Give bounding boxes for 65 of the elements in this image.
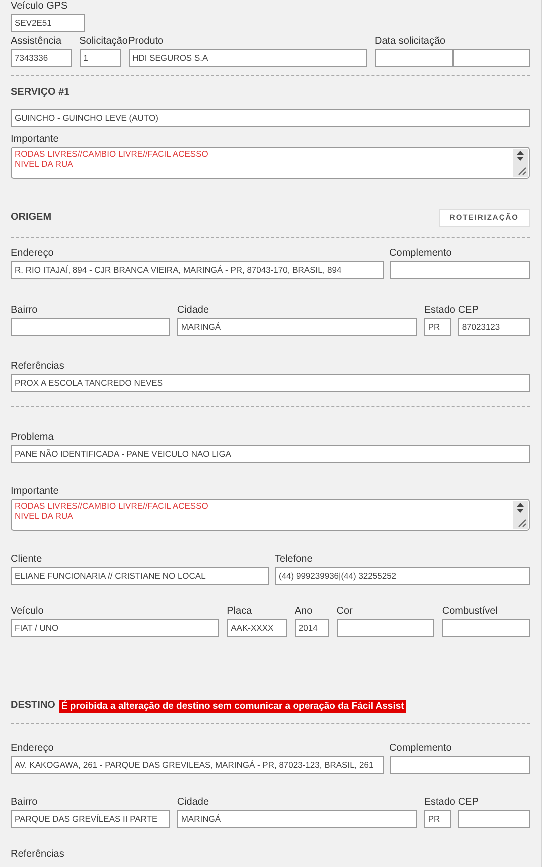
field-label: Importante xyxy=(11,133,59,146)
field-label: Endereço xyxy=(11,742,54,755)
text-field[interactable]: ELIANE FUNCIONARIA // CRISTIANE NO LOCAL xyxy=(11,567,269,585)
section-heading: SERVIÇO #1 xyxy=(11,87,71,99)
field-label: Problema xyxy=(11,431,54,444)
field-label: Cidade xyxy=(177,796,210,809)
field-label: Solicitação xyxy=(80,35,128,48)
text-field[interactable]: HDI SEGUROS S.A xyxy=(128,49,367,67)
field-label: Ano xyxy=(294,605,313,618)
section-heading: DESTINO xyxy=(11,700,56,712)
text-field[interactable] xyxy=(11,318,170,336)
field-label: Combustível xyxy=(442,605,498,618)
text-field[interactable]: AV. KAKOGAWA, 261 - PARQUE DAS GREVILEAS, MARINGÁ - PR, 87023-123, BRASIL, 261 xyxy=(11,756,384,774)
text-field[interactable]: PARQUE DAS GREVÍLEAS II PARTE xyxy=(11,810,170,828)
field-label: Placa xyxy=(227,605,252,618)
scrollbar-icon[interactable] xyxy=(513,149,528,177)
text-field[interactable]: PR xyxy=(424,318,452,336)
field-label: Telefone xyxy=(275,553,313,566)
field-label: Assistência xyxy=(11,35,62,48)
field-label: Produto xyxy=(128,35,164,48)
text-field[interactable]: MARINGÁ xyxy=(177,810,418,828)
text-field[interactable] xyxy=(442,619,530,637)
field-label: Complemento xyxy=(390,742,452,755)
field-label: Veículo xyxy=(11,605,44,618)
field-label: Veículo GPS xyxy=(11,0,68,13)
text-field[interactable]: 1 xyxy=(80,49,121,67)
field-label: Cidade xyxy=(177,304,210,317)
section-heading: ORIGEM xyxy=(11,212,52,224)
text-field[interactable]: (44) 999239936|(44) 32255252 xyxy=(275,567,530,585)
date-field[interactable] xyxy=(375,49,453,67)
field-label: Cor xyxy=(336,605,353,618)
text-field[interactable]: 7343336 xyxy=(11,49,72,67)
field-label: Estado xyxy=(424,304,456,317)
text-field[interactable]: PR xyxy=(424,810,452,828)
warning-banner: É proibida a alteração de destino sem comunicar a operação da Fácil Assist xyxy=(59,700,406,712)
field-label: Estado xyxy=(424,796,456,809)
text-field[interactable] xyxy=(458,810,530,828)
field-label: Data solicitação xyxy=(375,35,446,48)
text-field[interactable] xyxy=(336,619,434,637)
scrollbar-icon[interactable] xyxy=(513,501,528,529)
time-field[interactable] xyxy=(453,49,530,67)
important-textarea[interactable]: RODAS LIVRES//CAMBIO LIVRE//FACIL ACESSO NIVEL DA RUA xyxy=(11,499,530,531)
text-field[interactable]: FIAT / UNO xyxy=(11,619,220,637)
field-label: Referências xyxy=(11,360,64,373)
text-field[interactable]: PANE NÃO IDENTIFICADA - PANE VEICULO NAO LIGA xyxy=(11,445,530,463)
field-label: Referências xyxy=(11,848,64,861)
service-field[interactable]: GUINCHO - GUINCHO LEVE (AUTO) xyxy=(11,109,530,127)
text-field[interactable]: PROX A ESCOLA TANCREDO NEVES xyxy=(11,374,530,392)
field-label: Endereço xyxy=(11,247,54,260)
text-field[interactable]: SEV2E51 xyxy=(11,14,85,32)
text-field[interactable]: AAK-XXXX xyxy=(227,619,287,637)
field-label: Bairro xyxy=(11,304,38,317)
text-field[interactable] xyxy=(390,261,530,279)
text-field[interactable]: 87023123 xyxy=(458,318,530,336)
text-field[interactable]: R. RIO ITAJAÍ, 894 - CJR BRANCA VIEIRA, MARINGÁ - PR, 87043-170, BRASIL, 894 xyxy=(11,261,384,279)
field-label: Cliente xyxy=(11,553,42,566)
field-label: CEP xyxy=(458,796,479,809)
field-label: Importante xyxy=(11,485,59,498)
field-label: Complemento xyxy=(390,247,452,260)
field-label: Bairro xyxy=(11,796,38,809)
text-field[interactable]: 2014 xyxy=(294,619,329,637)
important-textarea[interactable]: RODAS LIVRES//CAMBIO LIVRE//FACIL ACESSO NIVEL DA RUA xyxy=(11,147,530,179)
text-field[interactable] xyxy=(390,756,530,774)
field-label: CEP xyxy=(458,304,479,317)
text-field[interactable]: MARINGÁ xyxy=(177,318,418,336)
